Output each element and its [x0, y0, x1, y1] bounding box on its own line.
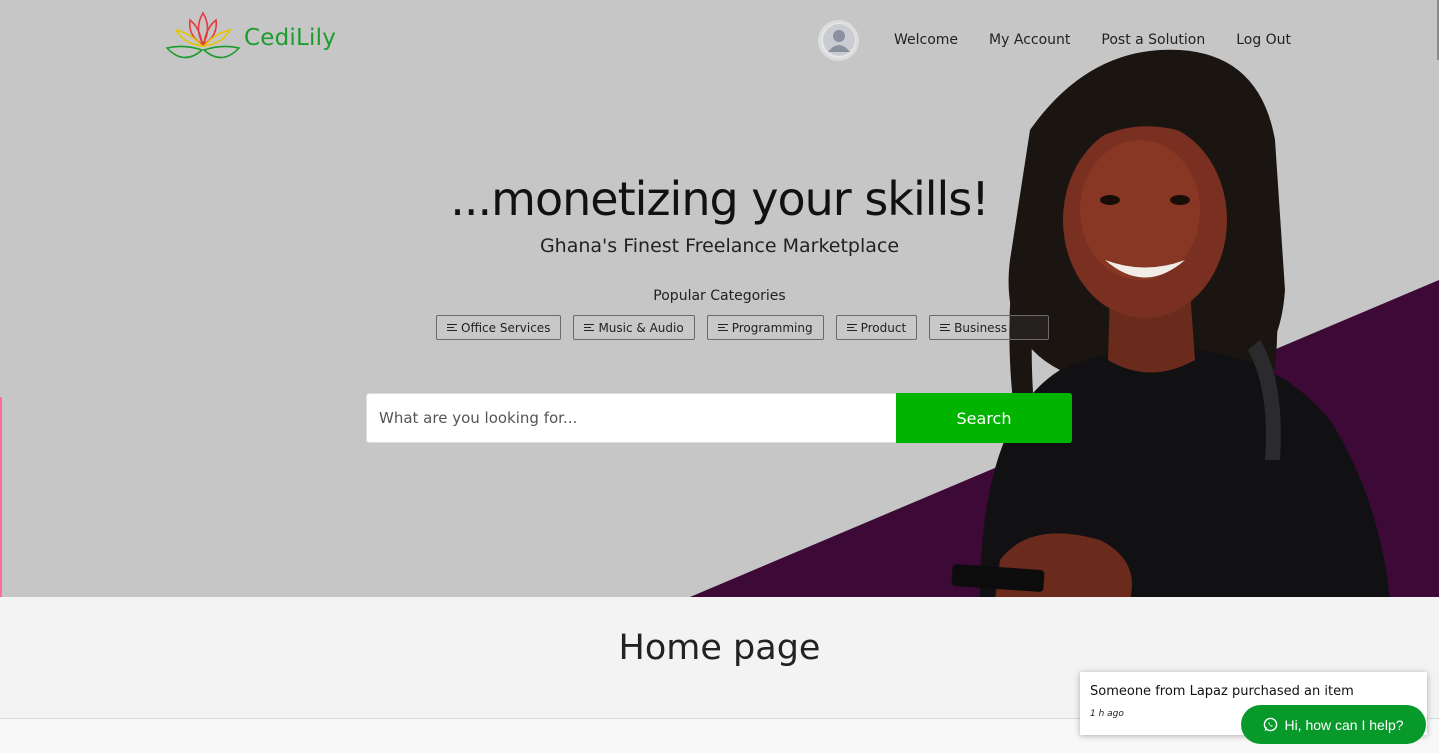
nav-welcome-link[interactable]: Welcome — [894, 32, 958, 48]
category-business-type[interactable]: Business Type — [929, 315, 1050, 340]
search-input[interactable] — [366, 393, 896, 443]
whatsapp-icon — [1264, 717, 1278, 732]
brand-logo[interactable]: CediLily — [164, 10, 336, 66]
hero-subheadline: Ghana's Finest Freelance Marketplace — [539, 235, 900, 257]
list-icon — [447, 322, 457, 333]
category-music-audio[interactable]: Music & Audio — [573, 315, 695, 340]
hero-headline: ...monetizing your skills! — [450, 172, 989, 226]
notification-time: 1 h ago — [1090, 709, 1124, 719]
category-label: Product — [860, 320, 907, 335]
nav-log-out-link[interactable]: Log Out — [1236, 32, 1291, 48]
category-office-services[interactable]: Office Services — [436, 315, 562, 340]
chat-label: Hi, how can I help? — [1284, 716, 1404, 733]
nav-post-solution-link[interactable]: Post a Solution — [1101, 32, 1205, 48]
category-list: Office Services Music & Audio Programmin… — [436, 315, 1050, 340]
category-label: Business Type — [954, 320, 1039, 335]
user-avatar[interactable] — [818, 19, 859, 61]
search-bar: Search — [366, 393, 1072, 443]
hero-edge-accent — [0, 397, 2, 597]
top-nav: Welcome My Account Post a Solution Log O… — [818, 19, 1322, 61]
list-icon — [940, 322, 951, 333]
user-silhouette-icon — [822, 24, 855, 56]
page-title: Home page — [618, 628, 821, 668]
nav-my-account-link[interactable]: My Account — [989, 32, 1070, 48]
category-label: Office Services — [461, 320, 551, 335]
brand-name: CediLily — [244, 25, 337, 51]
search-button[interactable]: Search — [896, 393, 1072, 443]
popular-categories-label: Popular Categories — [653, 288, 786, 304]
list-icon — [717, 322, 728, 333]
category-label: Programming — [731, 320, 813, 335]
notification-message: Someone from Lapaz purchased an item — [1090, 684, 1354, 699]
category-label: Music & Audio — [598, 320, 684, 335]
whatsapp-chat-button[interactable]: Hi, how can I help? — [1241, 705, 1426, 744]
list-icon — [846, 322, 857, 333]
list-icon — [584, 322, 595, 333]
category-programming[interactable]: Programming — [706, 315, 824, 340]
lotus-logo-icon — [165, 11, 241, 59]
category-product[interactable]: Product — [835, 315, 918, 340]
